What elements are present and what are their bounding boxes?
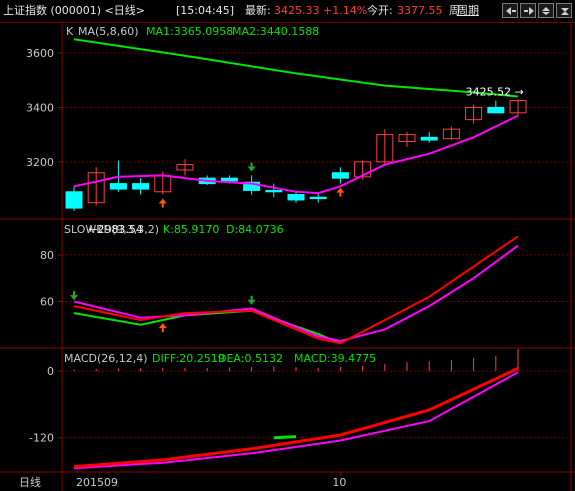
- macd-dea-line: [73, 371, 519, 470]
- buy-signal-icon: [158, 198, 167, 208]
- macd-dea-value: DEA:0.5132: [218, 352, 283, 365]
- kd-d-value: D:84.0736: [226, 223, 284, 236]
- quote-time: [15:04:45]: [176, 4, 234, 17]
- macd-diff-line: [73, 367, 519, 469]
- y-tick-label: 60: [40, 295, 54, 308]
- candle-body: [487, 106, 505, 114]
- ma-label: MA(5,8,60): [78, 25, 139, 38]
- period-link[interactable]: 周期: [457, 4, 479, 18]
- macd-label: MACD(26,12,4): [64, 352, 148, 365]
- kd-green-line: [73, 309, 341, 345]
- ma1-value: MA1:3365.0958: [146, 25, 233, 38]
- k-prefix: K: [66, 25, 74, 38]
- y-tick-label: 3600: [26, 47, 54, 60]
- y-tick-label: 0: [47, 365, 54, 378]
- y-tick-label: -120: [29, 432, 54, 445]
- kd-panel: 60 80: [40, 235, 571, 345]
- sell-signal-icon: [247, 162, 256, 172]
- latest-value: 3425.33: [274, 4, 320, 17]
- macd-green-segment: [273, 435, 297, 440]
- buy-signal-icon: [336, 187, 345, 197]
- y-tick-label: 3400: [26, 101, 54, 114]
- high-annotation: 3425.52 →: [466, 86, 524, 99]
- open-value: 3377.55: [397, 4, 443, 17]
- y-tick-label: 3200: [26, 156, 54, 169]
- k-panel: 320034003600←2983.543425.52 →: [26, 38, 571, 236]
- top-status-bar: 上证指数 (000001) <日线> [15:04:45] 最新: 3425.3…: [0, 0, 575, 23]
- candle-body: [287, 194, 305, 201]
- kd-d-line: [73, 244, 519, 343]
- ma2-value: MA2:3440.1588: [232, 25, 319, 38]
- candle-body: [65, 191, 83, 209]
- next-icon[interactable]: [520, 3, 536, 18]
- period-label: 日线: [19, 475, 41, 489]
- candle-body: [265, 189, 283, 193]
- zoom-out-icon[interactable]: [538, 3, 554, 18]
- candle-body: [309, 196, 327, 200]
- macd-diff-value: DIFF:20.2519: [152, 352, 225, 365]
- kd-label: SLOWKD(9,3,3,2): [64, 223, 159, 236]
- sell-signal-icon: [70, 291, 78, 301]
- candle-body: [132, 183, 150, 190]
- candle-body: [420, 136, 438, 141]
- prev-icon[interactable]: [502, 3, 518, 18]
- ma2-line: [73, 38, 519, 98]
- latest-label: 最新:: [245, 4, 271, 17]
- change-percent: +1.14%: [323, 4, 368, 17]
- sell-signal-icon: [247, 295, 256, 305]
- macd-panel: -120 0: [29, 349, 571, 470]
- stock-chart[interactable]: 320034003600←2983.543425.52 → 6080 -1200…: [0, 23, 575, 491]
- date-start-label: 201509: [76, 476, 118, 489]
- candle-body: [220, 177, 238, 182]
- zoom-in-icon[interactable]: [556, 3, 572, 18]
- instrument-title: 上证指数 (000001) <日线>: [3, 4, 146, 17]
- buy-signal-icon: [158, 323, 167, 333]
- candle-body: [331, 172, 349, 179]
- date-mid-label: 10: [332, 476, 346, 489]
- candle-body: [109, 183, 127, 190]
- macd-macd-value: MACD:39.4775: [294, 352, 376, 365]
- open-label: 今开:: [367, 4, 393, 17]
- kd-k-value: K:85.9170: [163, 223, 219, 236]
- y-tick-label: 80: [40, 249, 54, 262]
